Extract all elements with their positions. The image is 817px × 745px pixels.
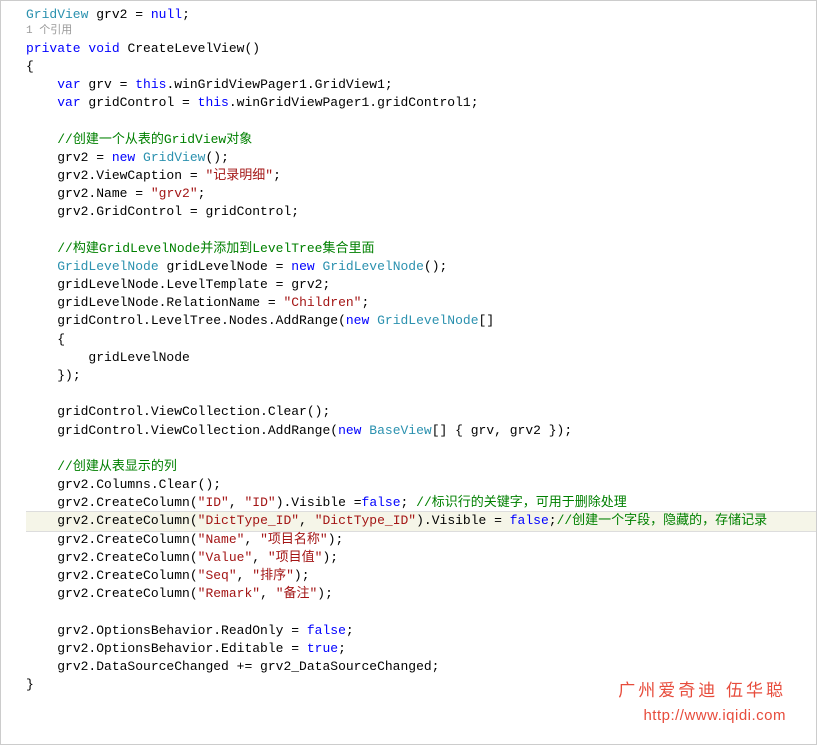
code-line: {	[26, 58, 816, 76]
code-line: grv2.CreateColumn("Name", "项目名称");	[26, 531, 816, 549]
code-line: grv2.ViewCaption = "记录明细";	[26, 167, 816, 185]
code-line	[26, 221, 816, 239]
code-line: });	[26, 367, 816, 385]
code-line: grv2.CreateColumn("ID", "ID").Visible =f…	[26, 494, 816, 512]
code-line	[26, 385, 816, 403]
code-line: //构建GridLevelNode并添加到LevelTree集合里面	[26, 240, 816, 258]
code-line: grv2.DataSourceChanged += grv2_DataSourc…	[26, 658, 816, 676]
code-line: 1 个引用	[26, 24, 816, 39]
code-line: var gridControl = this.winGridViewPager1…	[26, 94, 816, 112]
code-line: gridLevelNode	[26, 349, 816, 367]
code-line: //创建从表显示的列	[26, 458, 816, 476]
code-line: gridControl.ViewCollection.AddRange(new …	[26, 422, 816, 440]
code-line: grv2.Name = "grv2";	[26, 185, 816, 203]
code-line: grv2.GridControl = gridControl;	[26, 203, 816, 221]
code-line: grv2.CreateColumn("DictType_ID", "DictTy…	[26, 512, 816, 530]
code-block: GridView grv2 = null; 1 个引用 private void…	[1, 1, 816, 699]
code-line: GridLevelNode gridLevelNode = new GridLe…	[26, 258, 816, 276]
code-line: grv2.OptionsBehavior.Editable = true;	[26, 640, 816, 658]
code-line: }	[26, 676, 816, 694]
code-line: grv2.Columns.Clear();	[26, 476, 816, 494]
code-line: {	[26, 331, 816, 349]
code-line: grv2.CreateColumn("Seq", "排序");	[26, 567, 816, 585]
code-line: grv2 = new GridView();	[26, 149, 816, 167]
code-line: //创建一个从表的GridView对象	[26, 131, 816, 149]
code-line: gridControl.ViewCollection.Clear();	[26, 403, 816, 421]
watermark-url: http://www.iqidi.com	[618, 705, 786, 726]
code-line: gridControl.LevelTree.Nodes.AddRange(new…	[26, 312, 816, 330]
code-line: grv2.CreateColumn("Remark", "备注");	[26, 585, 816, 603]
code-line: var grv = this.winGridViewPager1.GridVie…	[26, 76, 816, 94]
code-line: private void CreateLevelView()	[26, 40, 816, 58]
code-line	[26, 603, 816, 621]
code-line: grv2.OptionsBehavior.ReadOnly = false;	[26, 622, 816, 640]
code-line: grv2.CreateColumn("Value", "项目值");	[26, 549, 816, 567]
code-line: GridView grv2 = null;	[26, 6, 816, 24]
code-line: gridLevelNode.LevelTemplate = grv2;	[26, 276, 816, 294]
code-line	[26, 440, 816, 458]
code-line	[26, 112, 816, 130]
code-line: gridLevelNode.RelationName = "Children";	[26, 294, 816, 312]
